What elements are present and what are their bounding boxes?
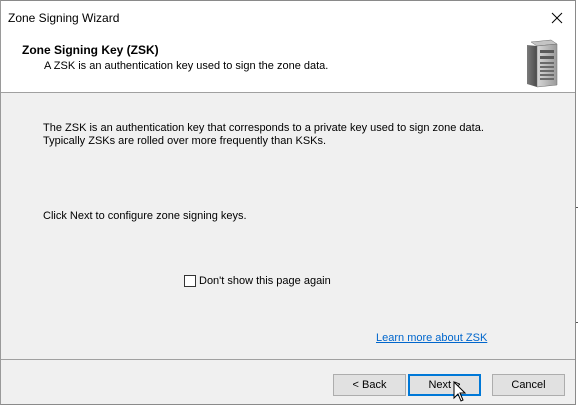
description-line-2: Typically ZSKs are rolled over more freq… xyxy=(43,135,327,147)
title-bar: Zone Signing Wizard xyxy=(1,1,575,34)
back-button[interactable]: < Back xyxy=(333,374,406,396)
description-line-1: The ZSK is an authentication key that co… xyxy=(43,122,484,134)
mouse-pointer-icon xyxy=(453,381,467,402)
learn-more-link[interactable]: Learn more about ZSK xyxy=(376,332,487,344)
close-button[interactable] xyxy=(539,1,575,34)
window-title: Zone Signing Wizard xyxy=(8,11,120,25)
dont-show-again-checkbox[interactable] xyxy=(184,275,196,287)
dont-show-again-row[interactable]: Don't show this page again xyxy=(184,275,331,287)
close-icon xyxy=(551,12,563,23)
page-title: Zone Signing Key (ZSK) xyxy=(22,43,159,57)
server-icon xyxy=(527,39,558,88)
cancel-button[interactable]: Cancel xyxy=(492,374,565,396)
next-button[interactable]: Next > xyxy=(408,374,481,396)
dont-show-again-label[interactable]: Don't show this page again xyxy=(199,275,331,287)
page-subtitle: A ZSK is an authentication key used to s… xyxy=(44,60,329,72)
wizard-window: Zone Signing Wizard Zone Signing Key (ZS… xyxy=(0,0,576,405)
footer-divider xyxy=(1,359,575,360)
instruction-text: Click Next to configure zone signing key… xyxy=(43,210,247,222)
wizard-header: Zone Signing Key (ZSK) A ZSK is an authe… xyxy=(1,34,575,93)
